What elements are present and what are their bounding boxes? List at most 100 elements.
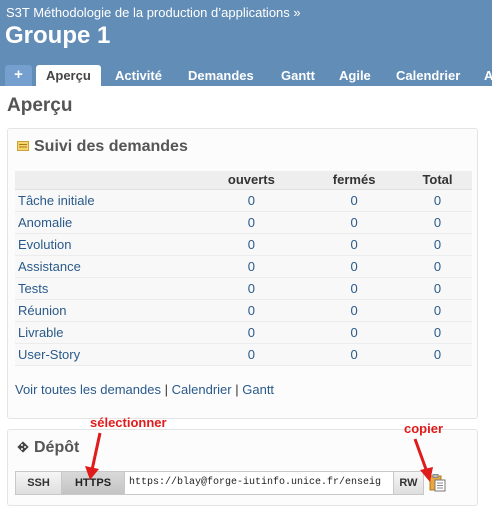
ssh-button[interactable]: SSH bbox=[15, 471, 62, 495]
total-count-link[interactable]: 0 bbox=[434, 303, 441, 318]
tracker-link[interactable]: User-Story bbox=[18, 347, 80, 362]
parent-project-link[interactable]: S3T Méthodologie de la production d’appl… bbox=[6, 5, 290, 20]
closed-count-link[interactable]: 0 bbox=[350, 325, 357, 340]
closed-count-link[interactable]: 0 bbox=[350, 215, 357, 230]
issues-table-body: Tâche initiale 0 0 0 Anomalie 0 0 0 Evolution 0 0 0… bbox=[15, 189, 472, 366]
closed-count-link[interactable]: 0 bbox=[350, 281, 357, 296]
tab-more[interactable]: A bbox=[484, 65, 492, 86]
table-cell: 0 bbox=[305, 233, 403, 256]
annotation-select-label: sélectionner bbox=[90, 415, 167, 430]
annotation-select-arrow bbox=[85, 432, 102, 480]
total-count-link[interactable]: 0 bbox=[434, 215, 441, 230]
tab-issues[interactable]: Demandes bbox=[188, 65, 254, 86]
column-header-total: Total bbox=[402, 171, 472, 190]
table-cell: Assistance bbox=[15, 255, 198, 278]
table-cell: 0 bbox=[402, 299, 472, 322]
tab-overview[interactable]: Aperçu bbox=[36, 65, 101, 86]
project-header: S3T Méthodologie de la production d’appl… bbox=[0, 0, 492, 86]
tracker-link[interactable]: Anomalie bbox=[18, 215, 72, 230]
total-count-link[interactable]: 0 bbox=[434, 237, 441, 252]
total-count-link[interactable]: 0 bbox=[434, 347, 441, 362]
column-header-closed: fermés bbox=[305, 171, 403, 190]
table-cell: 0 bbox=[402, 211, 472, 234]
table-row: Assistance 0 0 0 bbox=[15, 255, 472, 278]
tracker-link[interactable]: Livrable bbox=[18, 325, 64, 340]
table-cell: 0 bbox=[197, 233, 306, 256]
tab-calendar[interactable]: Calendrier bbox=[396, 65, 460, 86]
open-count-link[interactable]: 0 bbox=[248, 303, 255, 318]
view-all-issues-link[interactable]: Voir toutes les demandes bbox=[15, 382, 161, 397]
repository-box: Dépôt SSH HTTPS https://blay@forge-iutin… bbox=[7, 429, 478, 506]
closed-count-link[interactable]: 0 bbox=[350, 259, 357, 274]
issues-table: ouverts fermés Total Tâche initiale 0 0 0 An… bbox=[15, 171, 472, 366]
table-cell: 0 bbox=[197, 277, 306, 300]
tracker-link[interactable]: Tâche initiale bbox=[18, 193, 95, 208]
repository-title: Dépôt bbox=[17, 439, 79, 457]
closed-count-link[interactable]: 0 bbox=[350, 347, 357, 362]
project-title: Groupe 1 bbox=[5, 22, 111, 49]
annotation-copy-label: copier bbox=[404, 421, 444, 436]
open-count-link[interactable]: 0 bbox=[248, 347, 255, 362]
calendar-link[interactable]: Calendrier bbox=[172, 382, 232, 397]
open-count-link[interactable]: 0 bbox=[248, 325, 255, 340]
annotation-copy-arrow bbox=[413, 438, 433, 482]
tracker-link[interactable]: Tests bbox=[18, 281, 48, 296]
open-count-link[interactable]: 0 bbox=[248, 193, 255, 208]
open-count-link[interactable]: 0 bbox=[248, 259, 255, 274]
open-count-link[interactable]: 0 bbox=[248, 237, 255, 252]
tracker-link[interactable]: Assistance bbox=[18, 259, 81, 274]
total-count-link[interactable]: 0 bbox=[434, 193, 441, 208]
total-count-link[interactable]: 0 bbox=[434, 325, 441, 340]
new-object-tab[interactable]: + bbox=[5, 65, 32, 86]
closed-count-link[interactable]: 0 bbox=[350, 303, 357, 318]
main-menu: + Aperçu Activité Demandes Gantt Agile C… bbox=[0, 62, 492, 86]
table-cell: 0 bbox=[197, 255, 306, 278]
table-cell: User-Story bbox=[15, 343, 198, 366]
tracker-link[interactable]: Evolution bbox=[18, 237, 71, 252]
repository-url-input[interactable]: https://blay@forge-iutinfo.unice.fr/ense… bbox=[124, 471, 394, 495]
issue-tracking-label: Suivi des demandes bbox=[34, 138, 188, 155]
table-cell: 0 bbox=[305, 189, 403, 212]
table-cell: 0 bbox=[197, 211, 306, 234]
table-cell: 0 bbox=[305, 321, 403, 344]
repository-label: Dépôt bbox=[34, 439, 80, 456]
table-cell: Réunion bbox=[15, 299, 198, 322]
table-row: User-Story 0 0 0 bbox=[15, 343, 472, 366]
total-count-link[interactable]: 0 bbox=[434, 259, 441, 274]
issue-tracking-title: Suivi des demandes bbox=[17, 138, 188, 156]
table-cell: 0 bbox=[305, 255, 403, 278]
table-row: Evolution 0 0 0 bbox=[15, 233, 472, 256]
tab-activity[interactable]: Activité bbox=[115, 65, 162, 86]
table-cell: 0 bbox=[305, 211, 403, 234]
table-cell: 0 bbox=[197, 321, 306, 344]
table-cell: 0 bbox=[197, 343, 306, 366]
tracker-link[interactable]: Réunion bbox=[18, 303, 66, 318]
issues-icon bbox=[17, 138, 29, 151]
links-separator: | bbox=[164, 382, 168, 397]
table-cell: 0 bbox=[305, 343, 403, 366]
tab-agile[interactable]: Agile bbox=[339, 65, 371, 86]
git-icon bbox=[17, 439, 29, 453]
tab-gantt[interactable]: Gantt bbox=[281, 65, 315, 86]
table-cell: 0 bbox=[197, 189, 306, 212]
issue-tracking-box: Suivi des demandes ouverts fermés Total … bbox=[7, 128, 478, 419]
closed-count-link[interactable]: 0 bbox=[350, 237, 357, 252]
closed-count-link[interactable]: 0 bbox=[350, 193, 357, 208]
table-cell: 0 bbox=[305, 299, 403, 322]
links-separator: | bbox=[235, 382, 239, 397]
table-cell: 0 bbox=[402, 255, 472, 278]
table-cell: 0 bbox=[402, 343, 472, 366]
table-cell: Anomalie bbox=[15, 211, 198, 234]
open-count-link[interactable]: 0 bbox=[248, 281, 255, 296]
table-cell: 0 bbox=[402, 189, 472, 212]
page-title: Aperçu bbox=[7, 95, 73, 116]
open-count-link[interactable]: 0 bbox=[248, 215, 255, 230]
total-count-link[interactable]: 0 bbox=[434, 281, 441, 296]
table-cell: 0 bbox=[402, 321, 472, 344]
gantt-link[interactable]: Gantt bbox=[242, 382, 274, 397]
table-cell: 0 bbox=[305, 277, 403, 300]
column-header-tracker bbox=[15, 171, 198, 190]
table-cell: Tests bbox=[15, 277, 198, 300]
table-cell: 0 bbox=[402, 277, 472, 300]
table-row: Tâche initiale 0 0 0 bbox=[15, 189, 472, 212]
